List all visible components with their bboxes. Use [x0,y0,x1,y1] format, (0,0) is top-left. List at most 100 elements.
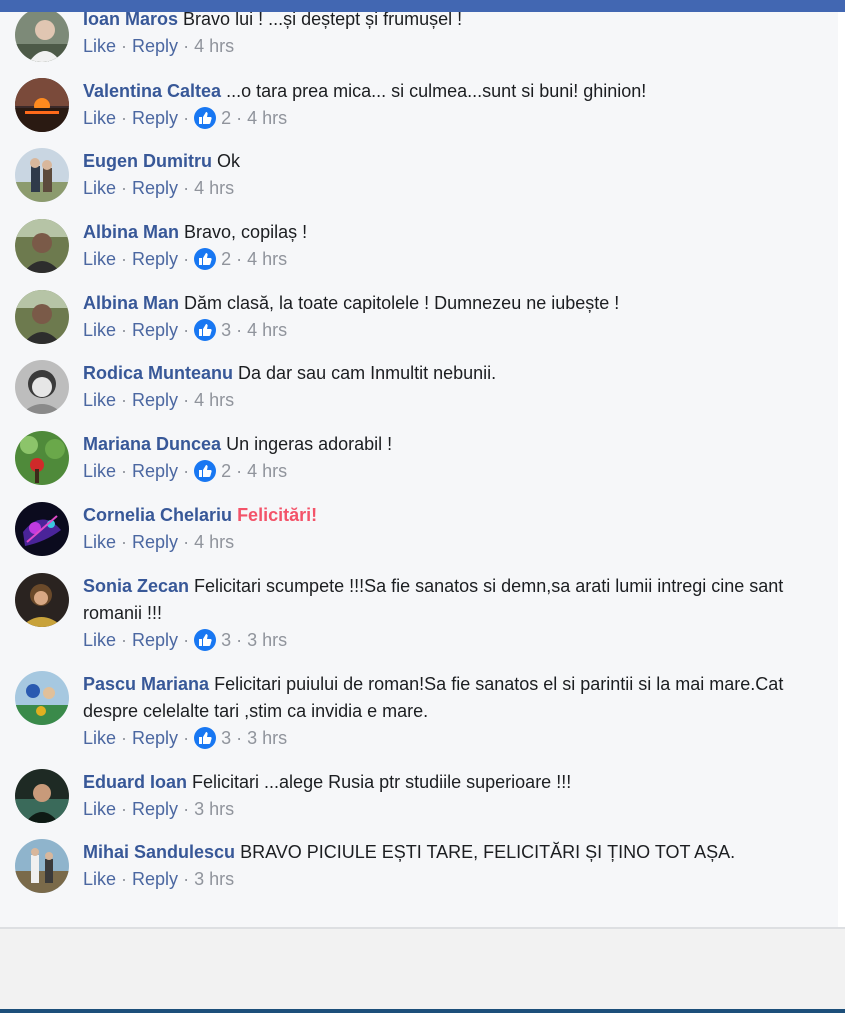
reply-button[interactable]: Reply [132,866,178,892]
comment-timestamp[interactable]: 3 hrs [247,725,287,751]
like-button[interactable]: Like [83,387,116,413]
comment-timestamp[interactable]: 4 hrs [247,458,287,484]
reply-button[interactable]: Reply [132,33,178,59]
comment-actions: Like · Reply · 2 · 4 hrs [83,458,803,484]
thumbs-up-icon[interactable] [194,107,217,129]
avatar[interactable] [15,839,69,893]
reply-button[interactable]: Reply [132,387,178,413]
reply-button[interactable]: Reply [132,246,178,272]
reply-button[interactable]: Reply [132,796,178,822]
like-button[interactable]: Like [83,866,116,892]
separator: · [121,390,128,410]
empty-area [0,929,845,1009]
comment-actions: Like · Reply · 4 hrs [83,387,803,413]
avatar[interactable] [15,78,69,132]
avatar[interactable] [15,290,69,344]
avatar[interactable] [15,12,69,62]
comment-timestamp[interactable]: 3 hrs [247,627,287,653]
comment-timestamp[interactable]: 4 hrs [247,317,287,343]
avatar[interactable] [15,573,69,627]
comment-author[interactable]: Cornelia Chelariu [83,505,232,525]
reply-button[interactable]: Reply [132,529,178,555]
comment-timestamp[interactable]: 3 hrs [194,796,234,822]
comment-author[interactable]: Rodica Munteanu [83,363,233,383]
like-button[interactable]: Like [83,725,116,751]
separator: · [121,728,128,748]
avatar[interactable] [15,148,69,202]
reaction-count[interactable]: 3 [221,627,231,653]
comment-author[interactable]: Albina Man [83,222,179,242]
comment-author[interactable]: Eugen Dumitru [83,151,212,171]
comment-author[interactable]: Ioan Maros [83,12,178,29]
avatar[interactable] [15,769,69,823]
separator: · [183,630,190,650]
comment-timestamp[interactable]: 4 hrs [194,33,234,59]
comment-author[interactable]: Eduard Ioan [83,772,187,792]
like-button[interactable]: Like [83,317,116,343]
comment-timestamp[interactable]: 4 hrs [194,529,234,555]
comment-actions: Like · Reply · 2 · 4 hrs [83,105,803,131]
comment-timestamp[interactable]: 4 hrs [247,105,287,131]
comment-timestamp[interactable]: 4 hrs [194,175,234,201]
like-button[interactable]: Like [83,175,116,201]
scrollbar[interactable] [838,12,845,927]
reaction-count[interactable]: 2 [221,458,231,484]
thumbs-up-icon[interactable] [194,629,217,651]
reply-button[interactable]: Reply [132,725,178,751]
separator: · [121,249,128,269]
comment-timestamp[interactable]: 3 hrs [194,866,234,892]
separator: · [121,630,128,650]
like-button[interactable]: Like [83,627,116,653]
reply-button[interactable]: Reply [132,627,178,653]
separator: · [236,461,243,481]
top-bar [0,0,845,12]
comment-author[interactable]: Sonia Zecan [83,576,189,596]
avatar[interactable] [15,502,69,556]
comment-timestamp[interactable]: 4 hrs [247,246,287,272]
comment-author[interactable]: Albina Man [83,293,179,313]
separator: · [236,630,243,650]
separator: · [236,320,243,340]
separator: · [183,799,190,819]
like-button[interactable]: Like [83,796,116,822]
like-button[interactable]: Like [83,529,116,555]
like-button[interactable]: Like [83,246,116,272]
separator: · [121,532,128,552]
comment-author[interactable]: Pascu Mariana [83,674,209,694]
thumbs-up-icon[interactable] [194,248,217,270]
thumbs-up-icon[interactable] [194,319,217,341]
reply-button[interactable]: Reply [132,105,178,131]
like-button[interactable]: Like [83,105,116,131]
reply-button[interactable]: Reply [132,175,178,201]
comment-actions: Like · Reply · 4 hrs [83,175,803,201]
comment-text: Felicitari scumpete !!!Sa fie sanatos si… [83,576,784,623]
separator: · [183,108,190,128]
separator: · [183,869,190,889]
comment-author[interactable]: Valentina Caltea [83,81,221,101]
avatar[interactable] [15,431,69,485]
comment-author[interactable]: Mariana Duncea [83,434,221,454]
comment-text: Dăm clasă, la toate capitolele ! Dumneze… [184,293,620,313]
like-button[interactable]: Like [83,33,116,59]
avatar[interactable] [15,360,69,414]
separator: · [183,728,190,748]
thumbs-up-icon[interactable] [194,727,217,749]
reaction-count[interactable]: 3 [221,317,231,343]
like-button[interactable]: Like [83,458,116,484]
comment-text: Felicitari ...alege Rusia ptr studiile s… [192,772,572,792]
reaction-count[interactable]: 3 [221,725,231,751]
comment-author[interactable]: Mihai Sandulescu [83,842,235,862]
reply-button[interactable]: Reply [132,317,178,343]
separator: · [121,36,128,56]
avatar[interactable] [15,671,69,725]
separator: · [183,249,190,269]
reply-button[interactable]: Reply [132,458,178,484]
separator: · [183,390,190,410]
thumbs-up-icon[interactable] [194,460,217,482]
reaction-count[interactable]: 2 [221,105,231,131]
avatar[interactable] [15,219,69,273]
reaction-count[interactable]: 2 [221,246,231,272]
comment-text: BRAVO PICIULE EȘTI TARE, FELICITĂRI ȘI Ț… [240,842,736,862]
separator: · [183,532,190,552]
comment-timestamp[interactable]: 4 hrs [194,387,234,413]
